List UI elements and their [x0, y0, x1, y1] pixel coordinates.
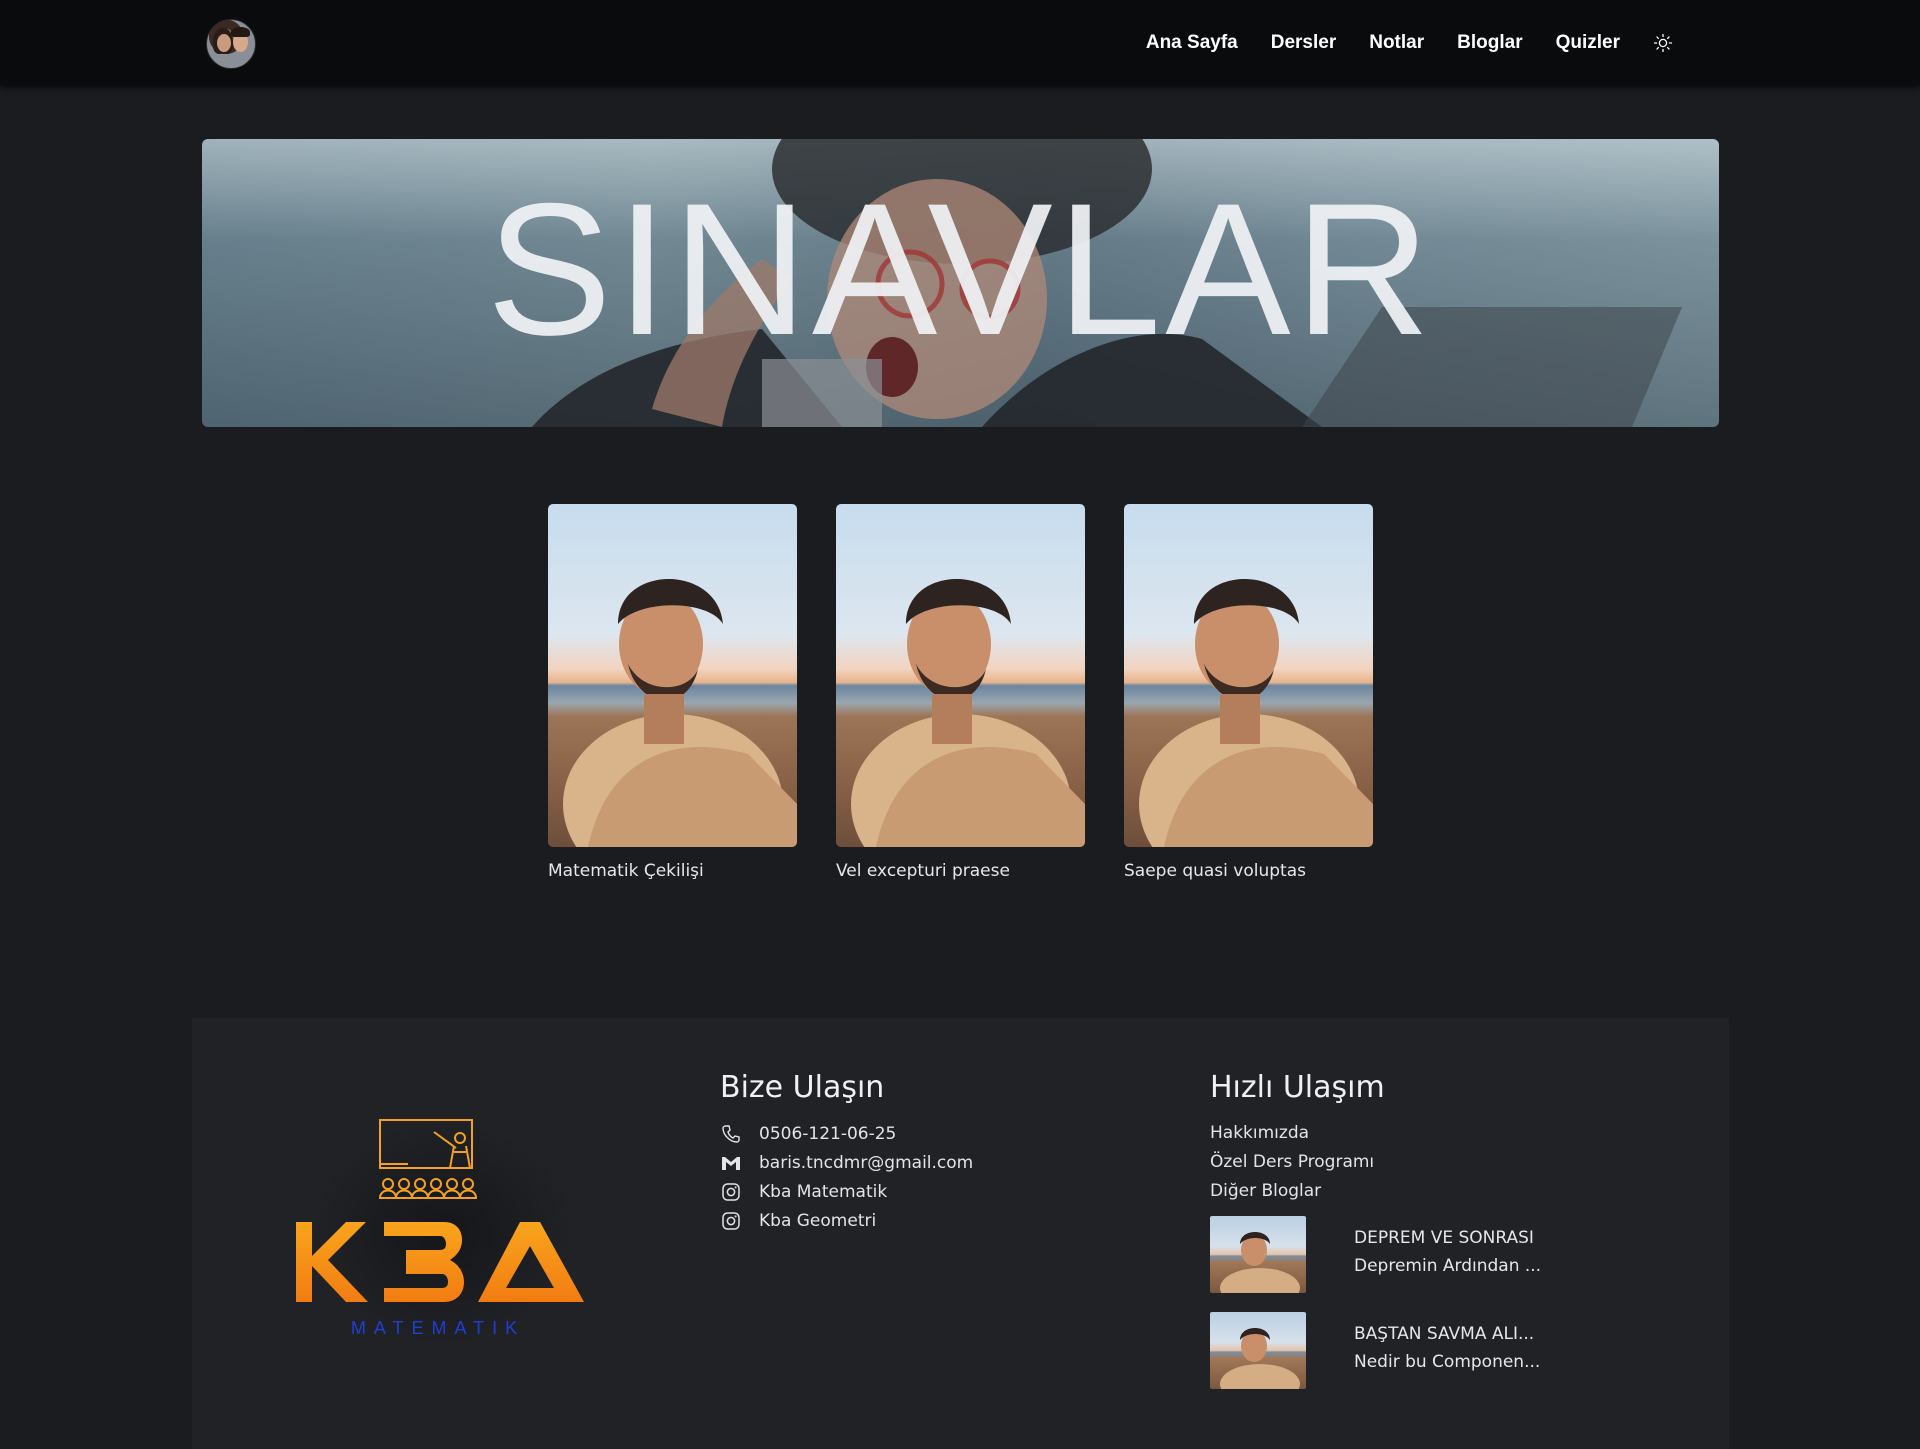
- contact-phone[interactable]: 0506-121-06-25: [720, 1119, 973, 1148]
- blog-title: DEPREM VE SONRASI: [1354, 1228, 1534, 1248]
- exam-card[interactable]: Saepe quasi voluptas: [1124, 504, 1373, 881]
- nav-links: Ana Sayfa Dersler Notlar Bloglar Quizler: [1113, 0, 1674, 86]
- contact-instagram-matematik[interactable]: Kba Matematik: [720, 1177, 973, 1206]
- blog-title: BAŞTAN SAVMA ALI...: [1354, 1324, 1535, 1344]
- blog-item[interactable]: DEPREM VE SONRASI Depremin Ardından ...: [1210, 1216, 1541, 1293]
- contact-mail[interactable]: baris.tncdmr@gmail.com: [720, 1148, 973, 1177]
- card-photo: [548, 504, 797, 847]
- nav-link-ana-sayfa[interactable]: Ana Sayfa: [1146, 32, 1238, 54]
- phone-icon: [720, 1123, 742, 1145]
- contact-column: Bize Ulaşın 0506-121-06-25 baris.tncdmr@…: [720, 1070, 973, 1235]
- contact-instagram-text: Kba Matematik: [759, 1181, 888, 1202]
- blog-thumbnail: [1210, 1312, 1306, 1389]
- exam-card[interactable]: Matematik Çekilişi: [548, 504, 797, 881]
- mail-icon: [720, 1152, 742, 1174]
- footer: MATEMATIK Bize Ulaşın 0506-121-06-25 bar…: [192, 1018, 1729, 1449]
- kba-logo[interactable]: MATEMATIK: [288, 1088, 608, 1348]
- quick-link-hakkimizda[interactable]: Hakkımızda: [1210, 1119, 1541, 1148]
- navbar: Ana Sayfa Dersler Notlar Bloglar Quizler: [0, 0, 1920, 86]
- hero-title: SINAVLAR: [486, 164, 1435, 374]
- card-title: Vel excepturi praese: [836, 861, 1010, 881]
- instagram-icon: [720, 1181, 742, 1203]
- recent-blogs: DEPREM VE SONRASI Depremin Ardından ... …: [1210, 1216, 1541, 1389]
- sun-icon[interactable]: [1652, 32, 1674, 54]
- quick-heading: Hızlı Ulaşım: [1210, 1070, 1385, 1105]
- quick-link-diger-bloglar[interactable]: Diğer Bloglar: [1210, 1177, 1541, 1206]
- contact-instagram-text: Kba Geometri: [759, 1210, 877, 1231]
- card-photo: [1124, 504, 1373, 847]
- contact-phone-text: 0506-121-06-25: [759, 1123, 897, 1144]
- nav-link-notlar[interactable]: Notlar: [1369, 32, 1424, 54]
- nav-link-dersler[interactable]: Dersler: [1271, 32, 1337, 54]
- quick-links-column: Hızlı Ulaşım Hakkımızda Özel Ders Progra…: [1210, 1070, 1541, 1408]
- contact-mail-text: baris.tncdmr@gmail.com: [759, 1152, 974, 1173]
- quick-link-ozel-ders[interactable]: Özel Ders Programı: [1210, 1148, 1541, 1177]
- nav-link-bloglar[interactable]: Bloglar: [1457, 32, 1522, 54]
- blog-thumbnail: [1210, 1216, 1306, 1293]
- card-photo: [836, 504, 1085, 847]
- blog-desc: Nedir bu Componen...: [1354, 1352, 1541, 1372]
- couple-avatar[interactable]: [206, 19, 256, 69]
- blog-item[interactable]: BAŞTAN SAVMA ALI... Nedir bu Componen...: [1210, 1312, 1541, 1389]
- exam-card[interactable]: Vel excepturi praese: [836, 504, 1085, 881]
- card-title: Matematik Çekilişi: [548, 861, 704, 881]
- logo-subtext: MATEMATIK: [351, 1318, 525, 1338]
- hero-banner: SINAVLAR: [202, 139, 1719, 427]
- instagram-icon: [720, 1210, 742, 1232]
- exam-cards: Matematik Çekilişi Vel excepturi praese: [548, 504, 1373, 881]
- card-title: Saepe quasi voluptas: [1124, 861, 1306, 881]
- blog-desc: Depremin Ardından ...: [1354, 1256, 1542, 1276]
- nav-link-quizler[interactable]: Quizler: [1556, 32, 1620, 54]
- contact-heading: Bize Ulaşın: [720, 1070, 885, 1105]
- contact-instagram-geometri[interactable]: Kba Geometri: [720, 1206, 973, 1235]
